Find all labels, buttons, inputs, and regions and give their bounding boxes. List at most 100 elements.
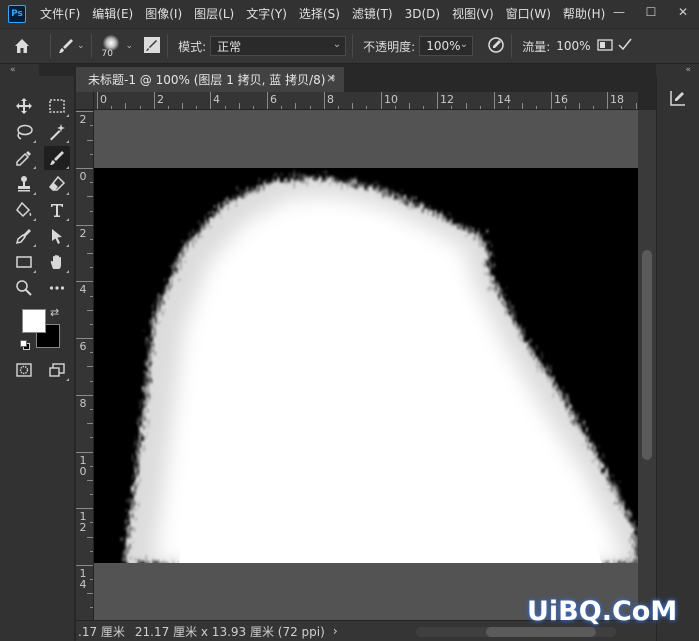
tool-preset-picker[interactable]: ⌄ xyxy=(57,37,85,55)
clone-stamp-tool[interactable] xyxy=(11,172,37,196)
brush-settings-panel-button[interactable] xyxy=(665,86,691,110)
rectangle-icon xyxy=(16,256,32,268)
home-button[interactable] xyxy=(0,37,44,55)
separator xyxy=(50,34,51,58)
ruler-tick xyxy=(76,395,93,396)
hand-tool[interactable] xyxy=(44,250,70,274)
status-menu-arrow[interactable]: › xyxy=(333,624,338,638)
ruler-tick xyxy=(76,338,93,339)
horizontal-ruler[interactable]: 0 2 4 6 8 10 12 14 16 18 xyxy=(94,92,638,110)
menu-layer[interactable]: 图层(L) xyxy=(188,0,240,28)
ruler-label: 4 xyxy=(213,93,220,106)
rectangle-marquee-icon xyxy=(49,99,65,113)
ruler-tick xyxy=(140,106,141,109)
brush-size: 70 xyxy=(101,49,113,59)
panel-collapse[interactable]: « xyxy=(656,64,699,76)
ruler-tick xyxy=(324,92,325,109)
edit-toolbar-button[interactable] xyxy=(44,276,70,300)
zoom-readout[interactable]: .17 厘米 xyxy=(78,623,125,640)
home-icon xyxy=(15,39,29,53)
foreground-color-swatch[interactable] xyxy=(22,309,46,333)
menu-3d[interactable]: 3D(D) xyxy=(399,0,446,28)
menu-select[interactable]: 选择(S) xyxy=(293,0,346,28)
brush-preset-picker[interactable]: 70 xyxy=(100,35,122,59)
horizontal-scrollbar[interactable] xyxy=(416,627,616,637)
ruler-tick xyxy=(87,480,93,481)
triangle xyxy=(66,140,69,143)
quick-mask-button[interactable] xyxy=(11,358,37,382)
chevron-down-icon: ⌄ xyxy=(77,41,85,51)
zoom-tool[interactable] xyxy=(11,276,37,300)
options-bar: ⌄ 70 ⌄ 模式: 正常 ⌄ 不透明度: 100% ⌄ 流量: 100% xyxy=(0,28,699,64)
toolbar-collapse[interactable]: « xyxy=(0,64,39,76)
ruler-tick xyxy=(90,437,93,438)
smoothing-button[interactable] xyxy=(618,37,632,56)
menu-window[interactable]: 窗口(W) xyxy=(500,0,557,28)
ruler-tick xyxy=(87,423,93,424)
ruler-origin[interactable] xyxy=(76,92,94,110)
triangle xyxy=(66,378,69,381)
paint-bucket-tool[interactable] xyxy=(11,198,37,222)
opacity-input[interactable]: 100% ⌄ xyxy=(419,36,474,56)
swap-colors-icon[interactable]: ⇄ xyxy=(50,306,59,319)
ruler-tick xyxy=(90,239,93,240)
menu-view[interactable]: 视图(V) xyxy=(446,0,500,28)
document-canvas[interactable] xyxy=(94,168,638,563)
menu-edit[interactable]: 编辑(E) xyxy=(86,0,139,28)
ruler-tick xyxy=(97,92,98,109)
eraser-tool[interactable] xyxy=(44,172,70,196)
horizontal-scroll-thumb[interactable] xyxy=(486,627,596,637)
mode-select[interactable]: 正常 ⌄ xyxy=(210,36,347,56)
menu-type[interactable]: 文字(Y) xyxy=(240,0,293,28)
ruler-tick xyxy=(90,551,93,552)
path-selection-tool[interactable] xyxy=(44,224,70,248)
brush-settings-button[interactable] xyxy=(143,36,161,57)
ruler-label: 8 xyxy=(327,93,334,106)
eraser-icon xyxy=(48,175,66,191)
close-button[interactable]: ✕ xyxy=(667,0,699,24)
rectangle-tool[interactable] xyxy=(11,250,37,274)
ruler-tick xyxy=(338,106,339,109)
ruler-tick xyxy=(437,92,438,109)
ruler-tick xyxy=(494,92,495,109)
ruler-tick xyxy=(90,522,93,523)
lasso-icon xyxy=(17,124,33,140)
triangle xyxy=(66,218,69,221)
chevron-down-icon: ⌄ xyxy=(332,39,342,50)
vertical-ruler[interactable]: 2 0 2 4 6 8 10 12 14 xyxy=(76,110,94,620)
type-icon xyxy=(51,204,63,217)
document-tab[interactable]: 未标题-1 @ 100% (图层 1 拷贝, 蓝 拷贝/8) * × xyxy=(76,67,344,92)
triangle xyxy=(33,166,36,169)
restore-button[interactable]: ☐ xyxy=(635,0,667,24)
default-colors-icon[interactable] xyxy=(20,340,30,350)
pen-tool[interactable] xyxy=(11,224,37,248)
tools-panel: ⇄ xyxy=(0,76,75,641)
chevron-down-icon[interactable]: ⌄ xyxy=(126,41,134,51)
type-tool[interactable] xyxy=(44,198,70,222)
brush-tool[interactable] xyxy=(44,146,70,170)
magic-wand-tool[interactable] xyxy=(44,120,70,144)
marquee-tool[interactable] xyxy=(44,94,70,118)
screen-mode-button[interactable] xyxy=(44,358,70,382)
ruler-tick xyxy=(281,106,282,109)
eyedropper-tool[interactable] xyxy=(11,146,37,170)
lasso-tool[interactable] xyxy=(11,120,37,144)
photoshop-logo[interactable]: Ps xyxy=(8,5,26,23)
flow-input[interactable]: 100% xyxy=(554,36,594,56)
menu-filter[interactable]: 滤镜(T) xyxy=(346,0,399,28)
ruler-digit: 0 xyxy=(79,170,87,183)
ruler-tick xyxy=(352,103,353,109)
flow-dropdown[interactable] xyxy=(596,37,614,56)
ruler-tick xyxy=(423,106,424,109)
vertical-scroll-thumb[interactable] xyxy=(642,250,652,460)
vertical-scrollbar[interactable] xyxy=(638,110,656,620)
pressure-opacity-button[interactable] xyxy=(487,36,505,57)
menu-file[interactable]: 文件(F) xyxy=(34,0,86,28)
pasteboard[interactable] xyxy=(94,110,638,620)
close-tab-icon[interactable]: × xyxy=(326,71,336,85)
move-tool[interactable] xyxy=(11,94,37,118)
zoom-icon xyxy=(16,280,32,296)
menu-image[interactable]: 图像(I) xyxy=(139,0,188,28)
minimize-button[interactable]: — xyxy=(603,0,635,24)
ruler-digit: 4 xyxy=(79,578,87,591)
